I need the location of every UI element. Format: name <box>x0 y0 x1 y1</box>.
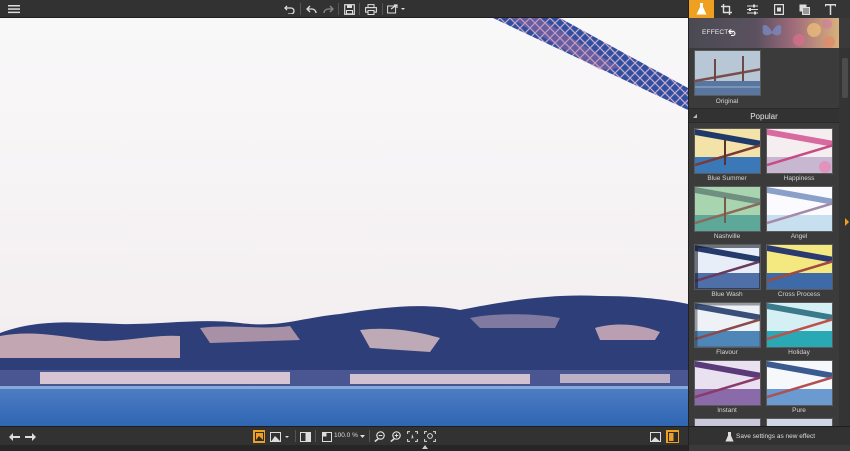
effect-label: Pure <box>792 407 806 414</box>
toolbar-separator <box>315 430 316 442</box>
effects-list: Original Popular Blue Summer Happiness N… <box>689 48 839 426</box>
effect-thumb-holiday[interactable] <box>766 302 833 348</box>
adjust-view-icon[interactable] <box>269 430 291 443</box>
effect-thumb-original[interactable] <box>694 50 761 96</box>
section-title: Popular <box>750 112 778 121</box>
image-canvas[interactable] <box>0 18 688 426</box>
fit-window-icon[interactable] <box>321 430 332 443</box>
next-image-icon[interactable] <box>24 430 36 443</box>
layers-tab[interactable] <box>792 0 817 18</box>
fit-zoom-icon[interactable] <box>423 430 436 443</box>
effects-scrollbar[interactable] <box>839 48 850 426</box>
save-icon[interactable] <box>342 2 356 16</box>
effect-thumb-flavour[interactable] <box>694 302 761 348</box>
fullscreen-icon[interactable] <box>649 430 661 443</box>
effect-thumb-nashville[interactable] <box>694 186 761 232</box>
effect-label-original: Original <box>715 98 739 105</box>
compare-icon[interactable] <box>299 430 311 443</box>
effect-label: Instant <box>717 407 737 414</box>
effect-label: Holiday <box>788 349 810 356</box>
share-icon[interactable] <box>386 2 406 16</box>
effect-thumb-blue-wash[interactable] <box>694 244 761 290</box>
effect-thumb-partial[interactable] <box>694 418 761 426</box>
undo-history-icon[interactable] <box>282 2 296 16</box>
butterfly-icon <box>762 25 782 36</box>
save-effect-bar[interactable]: Save settings as new effect <box>689 426 850 445</box>
toolbar-separator <box>382 3 383 15</box>
sliders-icon <box>747 4 758 14</box>
layers-icon <box>799 4 810 15</box>
effect-thumb-partial[interactable] <box>766 418 833 426</box>
save-effect-label: Save settings as new effect <box>736 433 816 440</box>
toolbar-separator <box>369 430 370 442</box>
menu-icon[interactable] <box>6 2 22 16</box>
frame-tab[interactable] <box>766 0 791 18</box>
toolbar-separator <box>300 3 301 15</box>
text-tab[interactable] <box>818 0 843 18</box>
effect-label: Nashville <box>713 233 741 240</box>
toolbar-separator <box>338 3 339 15</box>
flowers-icon <box>793 19 835 48</box>
panel-tabs <box>689 0 850 18</box>
flask-save-icon <box>725 432 734 442</box>
scrollbar-thumb[interactable] <box>842 58 848 98</box>
zoom-in-icon[interactable] <box>389 430 401 443</box>
effect-thumb-pure[interactable] <box>766 360 833 406</box>
effect-label: Angel <box>790 233 808 240</box>
effect-thumb-cross-process[interactable] <box>766 244 833 290</box>
effect-thumb-instant[interactable] <box>694 360 761 406</box>
photo-bridge <box>0 18 688 426</box>
effect-label: Flavour <box>716 349 738 356</box>
zoom-dropdown-icon[interactable] <box>358 430 366 443</box>
effects-panel: EFFECTS: Original Popular Blue Summer Ha… <box>688 0 850 451</box>
effects-tab[interactable] <box>689 0 714 18</box>
single-view-icon[interactable] <box>253 430 265 443</box>
collapse-arrow-icon[interactable] <box>422 445 428 449</box>
top-toolbar <box>0 0 688 18</box>
effect-thumb-happiness[interactable] <box>766 128 833 174</box>
toolbar-separator <box>295 430 296 442</box>
toolbar-separator <box>359 3 360 15</box>
effect-label: Blue Wash <box>711 291 743 298</box>
zoom-level[interactable]: 100.0 % <box>334 432 358 439</box>
undo-icon[interactable] <box>304 2 318 16</box>
redo-icon[interactable] <box>321 2 335 16</box>
text-icon <box>825 3 836 15</box>
actual-size-icon[interactable] <box>406 430 418 443</box>
reset-effects-icon[interactable] <box>728 29 736 36</box>
effect-label: Cross Process <box>777 291 821 298</box>
effects-header: EFFECTS: <box>689 18 839 48</box>
print-icon[interactable] <box>364 2 378 16</box>
frame-icon <box>773 3 784 15</box>
panel-toggle-icon[interactable] <box>666 430 679 443</box>
effect-label: Blue Summer <box>707 175 747 182</box>
effect-thumb-blue-summer[interactable] <box>694 128 761 174</box>
prev-image-icon[interactable] <box>8 430 20 443</box>
zoom-out-icon[interactable] <box>373 430 385 443</box>
effect-label: Happiness <box>783 175 815 182</box>
popular-section-header[interactable]: Popular <box>689 108 839 123</box>
crop-icon <box>721 3 732 15</box>
crop-tab[interactable] <box>714 0 739 18</box>
panel-edge-handle-icon[interactable] <box>845 218 849 226</box>
flask-icon <box>696 3 707 15</box>
bottom-toolbar: 100.0 % <box>0 426 688 445</box>
adjust-tab[interactable] <box>740 0 765 18</box>
effect-thumb-angel[interactable] <box>766 186 833 232</box>
